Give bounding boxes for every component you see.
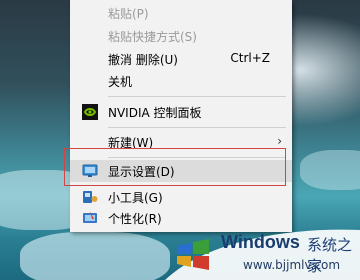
chevron-right-icon: › (277, 134, 282, 148)
windows-logo-icon (177, 239, 209, 270)
ice-floe (300, 150, 360, 190)
personalize-icon (83, 211, 97, 223)
menu-item-paste-shortcut[interactable]: 粘贴快捷方式(S) (70, 25, 292, 47)
watermark-url: www.bjjmlv.com (243, 258, 341, 272)
menu-item-label: 关机 (108, 75, 133, 89)
menu-item-shutdown[interactable]: 关机 (70, 70, 292, 92)
menu-item-label: 小工具(G) (108, 191, 163, 205)
menu-item-label: 个性化(R) (108, 212, 162, 226)
menu-item-label: 粘贴(P) (108, 7, 149, 21)
shortcut-label: Ctrl+Z (230, 51, 270, 65)
gadgets-icon (83, 191, 98, 203)
menu-separator (108, 127, 286, 128)
menu-item-gadgets[interactable]: 小工具(G) (70, 186, 292, 208)
menu-item-nvidia-control-panel[interactable]: NVIDIA 控制面板 (70, 101, 292, 123)
menu-item-undo-delete[interactable]: 撤消 删除(U) Ctrl+Z (70, 48, 292, 70)
menu-separator (108, 96, 286, 97)
menu-item-paste[interactable]: 粘贴(P) (70, 2, 292, 24)
desktop-context-menu: 粘贴(P) 粘贴快捷方式(S) 撤消 删除(U) Ctrl+Z 关机 NVIDI… (70, 0, 292, 232)
menu-item-label: NVIDIA 控制面板 (108, 106, 202, 120)
nvidia-icon (82, 104, 98, 120)
menu-item-label: 粘贴快捷方式(S) (108, 30, 197, 44)
watermark: Windows 系统之家 www.bjjmlv.com (165, 222, 360, 280)
menu-item-label: 撤消 删除(U) (108, 53, 178, 67)
highlight-annotation-box (64, 148, 286, 186)
watermark-brand: Windows (221, 232, 300, 252)
ice-floe (20, 232, 170, 280)
